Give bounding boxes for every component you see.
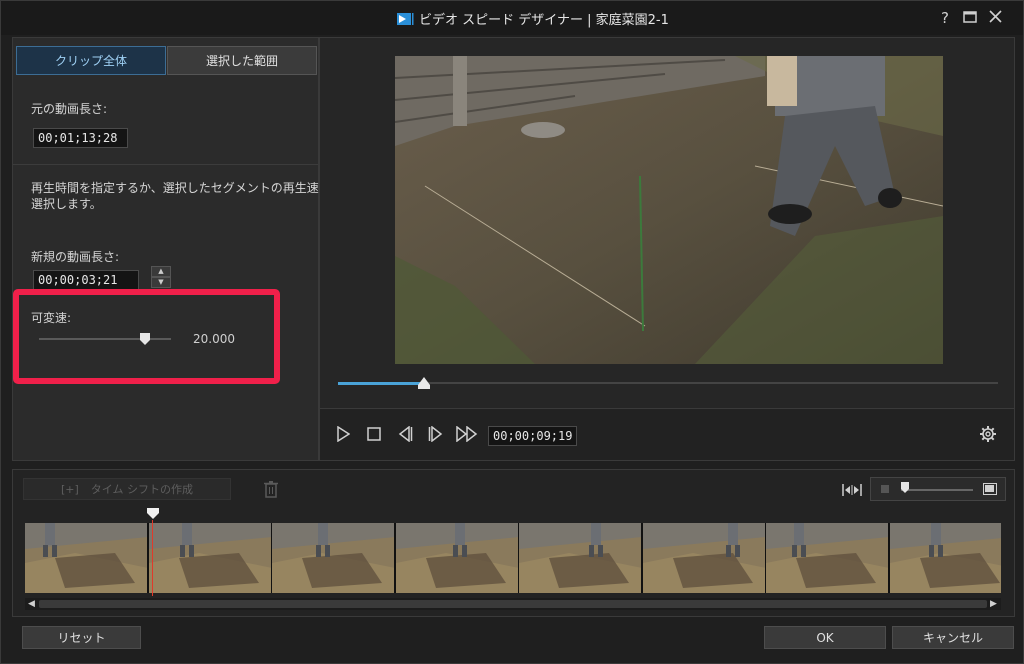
current-time-display: 00;00;09;19	[488, 426, 578, 446]
scroll-right-icon[interactable]: ▶	[990, 598, 997, 610]
zoom-slider-thumb[interactable]	[901, 482, 909, 494]
preview-panel: 00;00;09;19	[319, 37, 1015, 461]
thumbnail-strip[interactable]	[25, 523, 1001, 593]
window-title: ビデオ スピード デザイナー | 家庭菜園2-1	[397, 9, 669, 28]
app-logo-icon	[397, 12, 415, 26]
stepper-down-icon[interactable]: ▼	[151, 277, 171, 288]
timeline-frame-thumbnail	[272, 523, 395, 593]
cancel-button[interactable]: キャンセル	[892, 626, 1014, 649]
fast-forward-icon	[456, 426, 478, 442]
timeline-frame-thumbnail	[395, 523, 519, 593]
play-button[interactable]	[332, 423, 354, 445]
seek-bar-track[interactable]	[338, 382, 998, 385]
tab-selected-range[interactable]: 選択した範囲	[167, 46, 317, 75]
timeline-frame-thumbnail	[642, 523, 766, 593]
maximize-button[interactable]	[961, 9, 979, 27]
zoom-slider-track[interactable]	[901, 489, 973, 491]
timeline-panel: [+] タイム シフトの作成 ◀ ▶	[12, 469, 1015, 617]
instruction-text-line2: 選択します。	[31, 197, 102, 211]
playback-controls: 00;00;09;19	[320, 408, 1014, 460]
trash-icon	[264, 481, 278, 498]
seek-bar-thumb[interactable]	[417, 377, 430, 389]
scroll-left-icon[interactable]: ◀	[28, 598, 35, 610]
speed-designer-window: ビデオ スピード デザイナー | 家庭菜園2-1 ? クリップ全体 選択した範囲…	[0, 0, 1024, 664]
new-length-label: 新規の動画長さ:	[31, 250, 120, 264]
add-bracket-icon: [+]	[60, 482, 79, 496]
scrollbar-thumb[interactable]	[39, 600, 987, 608]
delete-button[interactable]	[263, 480, 279, 498]
timeline-zoom-control	[870, 477, 1006, 501]
timeline-toolbar: [+] タイム シフトの作成	[13, 470, 1014, 508]
help-button[interactable]: ?	[936, 9, 954, 27]
original-length-value: 00;01;13;28	[33, 128, 128, 148]
timeline-frame-thumbnail	[519, 523, 642, 593]
close-button[interactable]	[986, 9, 1004, 27]
maximize-icon	[963, 11, 977, 23]
next-frame-icon	[428, 426, 443, 442]
previous-frame-icon	[398, 426, 413, 442]
previous-frame-button[interactable]	[394, 423, 416, 445]
title-bar: ビデオ スピード デザイナー | 家庭菜園2-1 ?	[1, 1, 1023, 35]
zoom-out-icon[interactable]	[881, 485, 889, 493]
reset-button[interactable]: リセット	[22, 626, 141, 649]
create-time-shift-label: タイム シフトの作成	[90, 483, 194, 496]
timeline-frame-thumbnail	[889, 523, 1001, 593]
play-icon	[337, 426, 350, 442]
tab-bar: クリップ全体 選択した範囲	[16, 46, 317, 75]
instruction-text-line1: 再生時間を指定するか、選択したセグメントの再生速度を	[31, 181, 343, 195]
video-preview	[395, 56, 943, 364]
new-length-input[interactable]: 00;00;03;21	[33, 270, 139, 290]
stepper-up-icon[interactable]: ▲	[151, 266, 171, 277]
playhead-line	[152, 520, 153, 596]
timeline-scrollbar[interactable]: ◀ ▶	[25, 598, 1001, 610]
new-length-stepper[interactable]: ▲ ▼	[151, 266, 171, 288]
timeline-frame-thumbnail	[148, 523, 272, 593]
seek-bar-progress	[338, 382, 424, 385]
settings-panel: クリップ全体 選択した範囲 元の動画長さ: 00;01;13;28 再生時間を指…	[12, 37, 343, 461]
zoom-in-icon[interactable]	[983, 483, 997, 495]
gear-icon	[980, 426, 996, 442]
window-title-text: ビデオ スピード デザイナー | 家庭菜園2-1	[419, 13, 669, 28]
timeline-frame-thumbnail	[766, 523, 889, 593]
next-frame-button[interactable]	[425, 423, 447, 445]
tab-whole-clip[interactable]: クリップ全体	[16, 46, 166, 75]
fast-forward-button[interactable]	[456, 423, 478, 445]
fit-timeline-button[interactable]	[842, 483, 862, 497]
create-time-shift-button[interactable]: [+] タイム シフトの作成	[23, 478, 231, 500]
ok-button[interactable]: OK	[764, 626, 886, 649]
close-icon	[988, 10, 1002, 23]
stop-icon	[367, 427, 381, 441]
settings-button[interactable]	[977, 423, 999, 445]
section-divider	[13, 164, 318, 165]
playhead-marker[interactable]	[147, 508, 159, 520]
original-length-label: 元の動画長さ:	[31, 102, 108, 116]
stop-button[interactable]	[363, 423, 385, 445]
highlight-annotation	[13, 289, 280, 384]
timeline-frame-thumbnail	[25, 523, 148, 593]
fit-to-window-icon	[842, 484, 862, 496]
